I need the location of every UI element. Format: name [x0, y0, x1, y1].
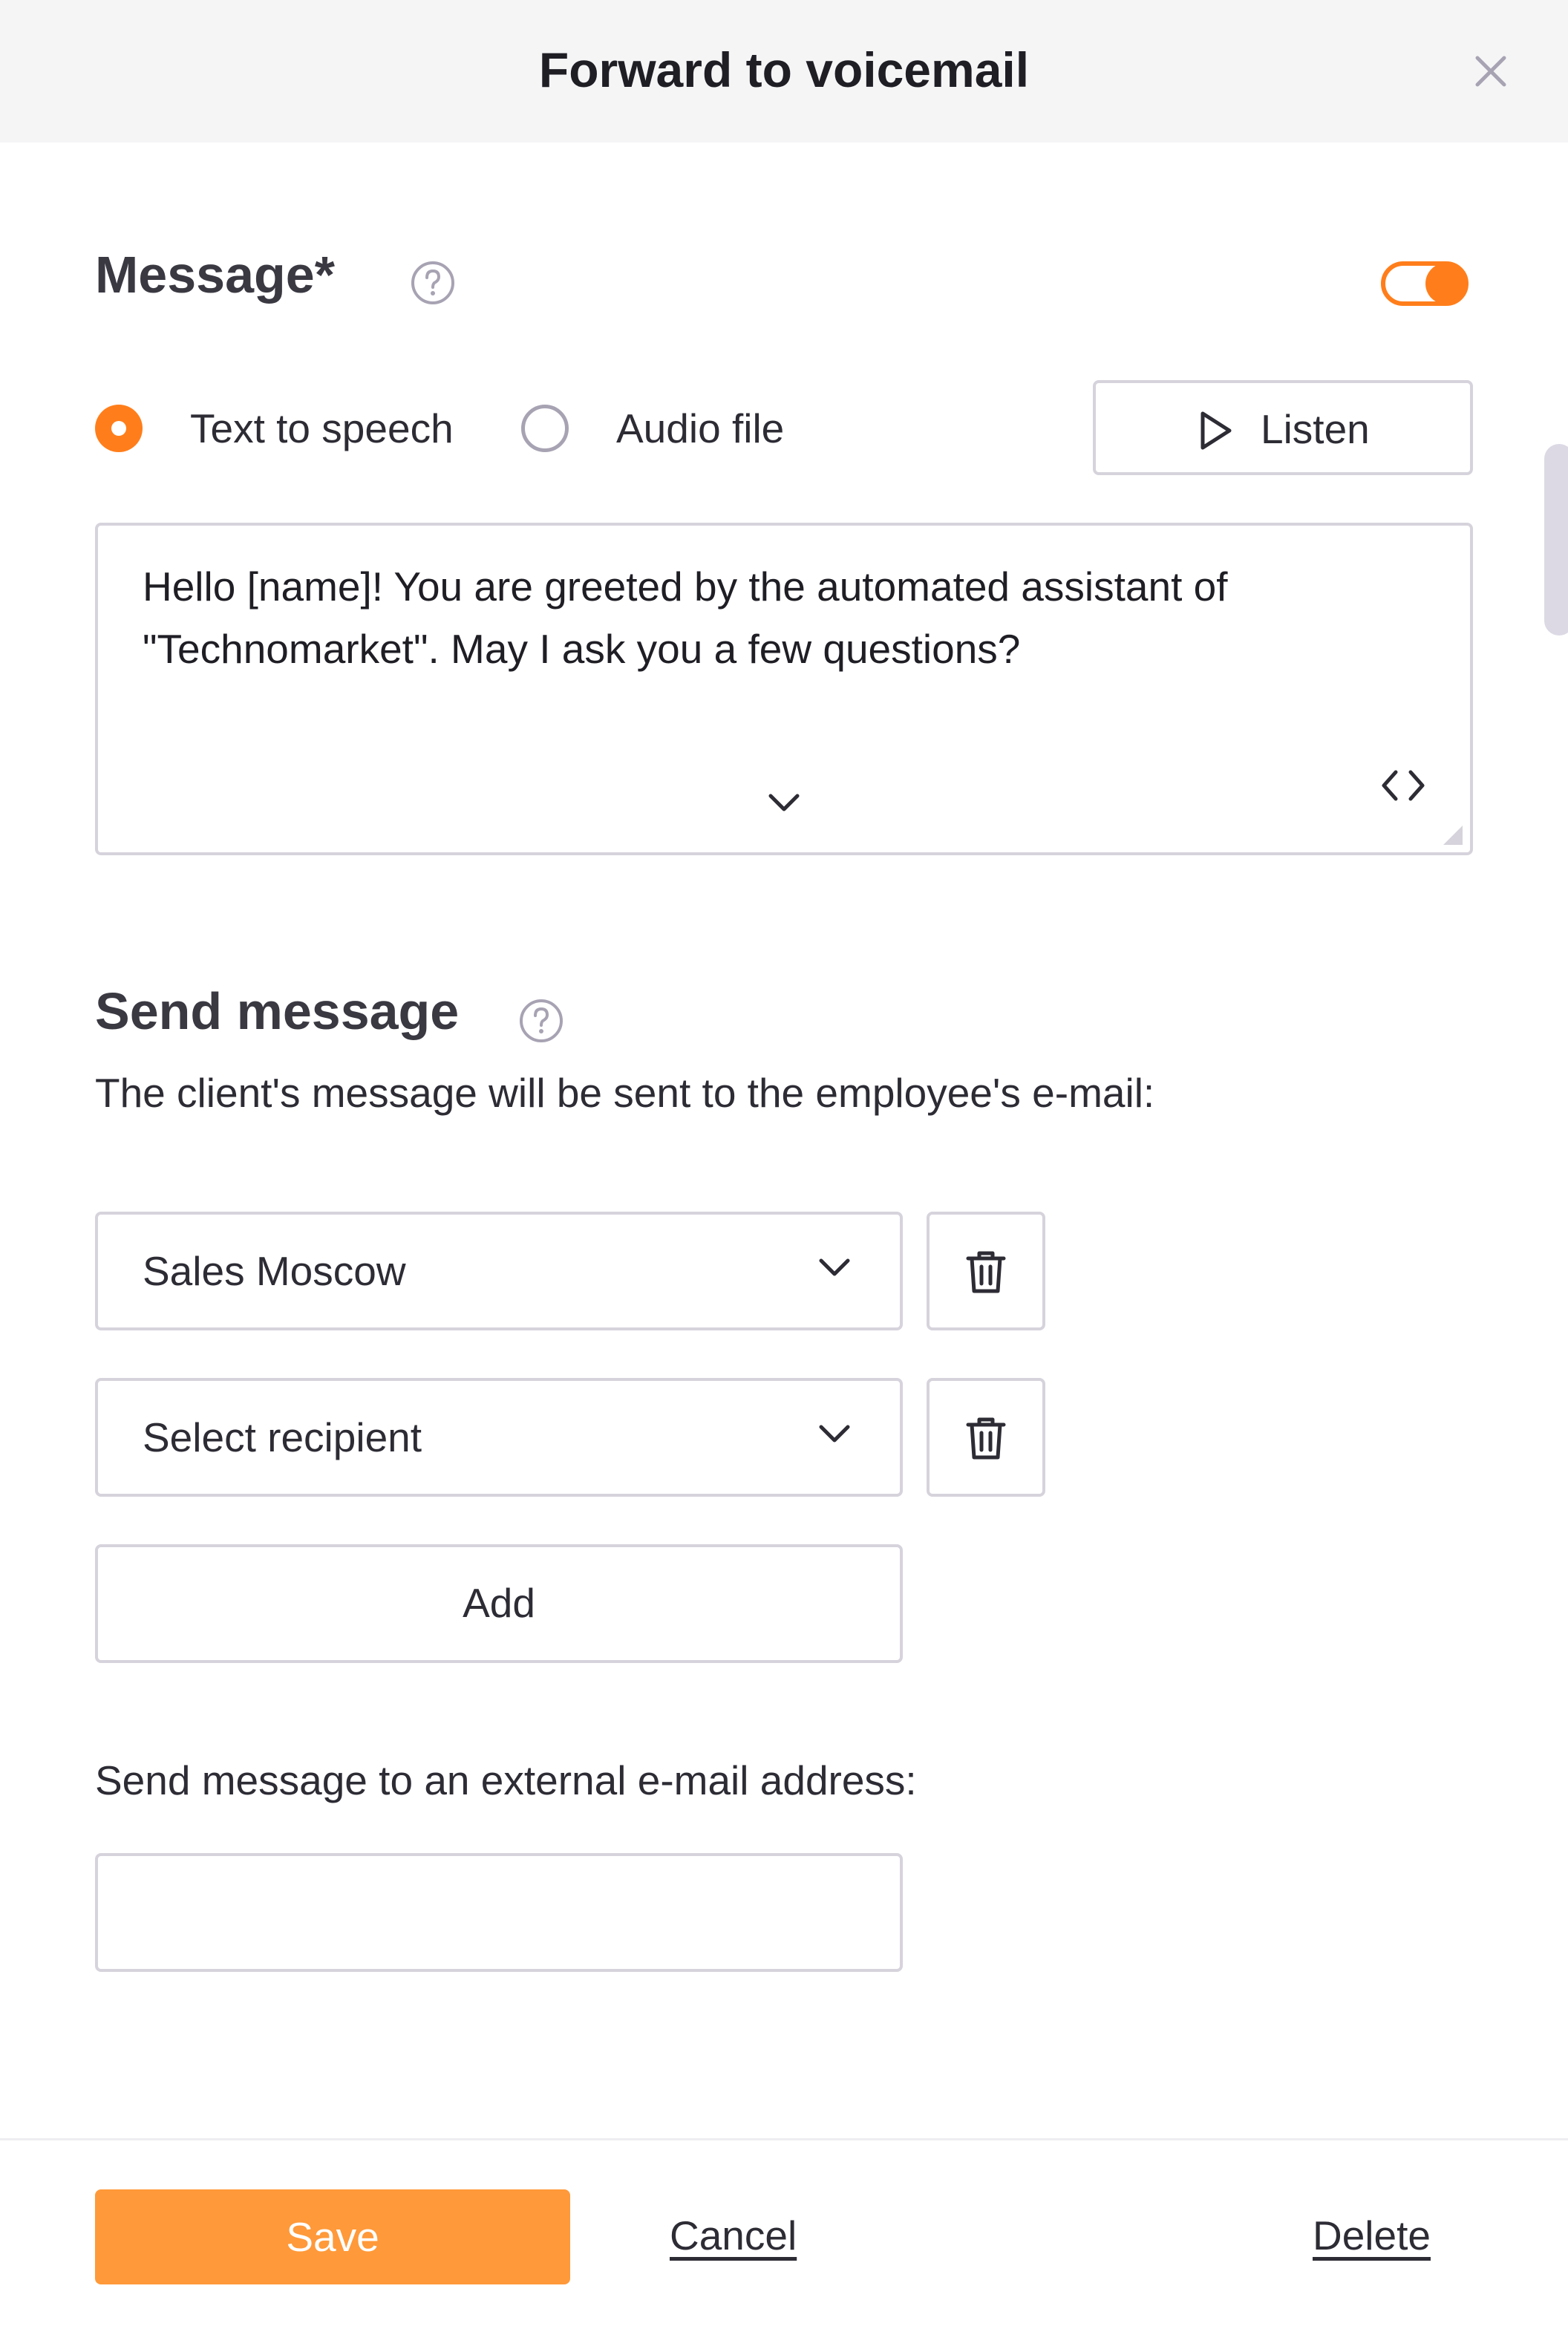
delete-recipient-button[interactable]: [927, 1378, 1045, 1497]
chevron-down-icon: [819, 1258, 850, 1276]
resize-handle[interactable]: [1443, 826, 1463, 845]
dialog-header: Forward to voicemail: [0, 0, 1568, 143]
recipient-select[interactable]: Sales Moscow: [95, 1212, 903, 1330]
trash-icon: [966, 1251, 1006, 1293]
recipient-select-value: Select recipient: [143, 1414, 422, 1460]
radio-label-audio-file: Audio file: [616, 405, 785, 451]
message-section-title: Message*: [95, 246, 335, 304]
code-icon[interactable]: [1379, 768, 1427, 803]
radio-text-to-speech[interactable]: [95, 405, 143, 452]
cancel-button[interactable]: Cancel: [670, 2212, 797, 2259]
help-icon[interactable]: [518, 998, 564, 1044]
radio-label-text-to-speech: Text to speech: [190, 405, 454, 451]
trash-icon: [966, 1417, 1006, 1460]
send-section-title: Send message: [95, 982, 460, 1040]
listen-label: Listen: [1261, 406, 1370, 452]
save-button[interactable]: Save: [95, 2189, 570, 2284]
external-email-input[interactable]: [95, 1853, 903, 1972]
delete-button[interactable]: Delete: [1313, 2212, 1431, 2259]
delete-recipient-button[interactable]: [927, 1212, 1045, 1330]
play-icon: [1200, 411, 1232, 450]
message-toggle[interactable]: [1381, 261, 1469, 306]
dialog-title: Forward to voicemail: [538, 42, 1030, 97]
message-textarea[interactable]: Hello [name]! You are greeted by the aut…: [95, 523, 1473, 855]
listen-button[interactable]: Listen: [1093, 380, 1473, 475]
help-icon[interactable]: [410, 260, 456, 306]
send-description: The client's message will be sent to the…: [95, 1070, 1155, 1116]
message-text[interactable]: Hello [name]! You are greeted by the aut…: [143, 555, 1420, 680]
external-email-label: Send message to an external e-mail addre…: [95, 1757, 917, 1803]
toggle-knob: [1425, 263, 1467, 304]
radio-audio-file[interactable]: [521, 405, 569, 452]
recipient-select-value: Sales Moscow: [143, 1248, 406, 1294]
recipient-select[interactable]: Select recipient: [95, 1378, 903, 1497]
chevron-down-icon: [819, 1425, 850, 1443]
chevron-down-icon[interactable]: [766, 790, 802, 817]
add-recipient-button[interactable]: Add: [95, 1544, 903, 1663]
scrollbar-thumb[interactable]: [1544, 444, 1568, 636]
dialog-footer: Save Cancel Delete: [0, 2138, 1568, 2352]
close-icon[interactable]: [1470, 50, 1512, 92]
